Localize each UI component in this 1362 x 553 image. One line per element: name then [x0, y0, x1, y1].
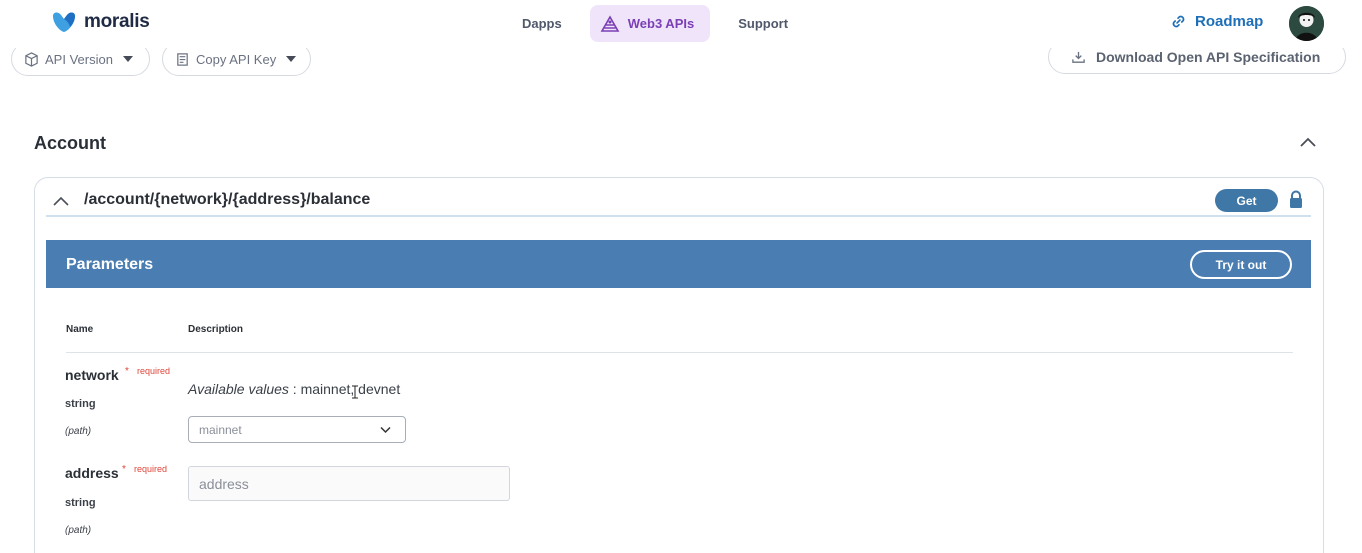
avatar[interactable]: [1289, 6, 1324, 41]
param-name-address: address: [65, 465, 119, 481]
download-label: Download Open API Specification: [1096, 49, 1321, 65]
param-name-network: network: [65, 367, 119, 383]
lock-icon[interactable]: [1288, 190, 1304, 209]
roadmap-link[interactable]: Roadmap: [1170, 13, 1263, 30]
available-values-list: : mainnet, devnet: [288, 381, 401, 397]
caret-down-icon: [122, 56, 133, 62]
top-navigation-bar: moralis Dapps Web3 APIs Support Roadmap: [0, 0, 1362, 48]
nav-item-dapps[interactable]: Dapps: [506, 5, 578, 42]
endpoint-path: /account/{network}/{address}/balance: [84, 191, 371, 208]
nav-item-label: Dapps: [522, 16, 562, 31]
document-icon: [177, 52, 188, 66]
web3-apis-icon: [600, 14, 620, 32]
nav-item-label: Web3 APIs: [627, 16, 695, 31]
brand-logo[interactable]: moralis: [50, 10, 150, 34]
try-it-out-button[interactable]: Try it out: [1190, 250, 1292, 279]
network-select[interactable]: mainnet: [188, 416, 406, 443]
chevron-down-icon: [380, 426, 391, 434]
column-header-description: Description: [188, 324, 244, 335]
api-version-label: API Version: [45, 51, 113, 67]
required-label: required: [137, 366, 171, 376]
required-label: required: [134, 464, 168, 474]
download-icon: [1072, 51, 1085, 63]
available-values: Available values : mainnet, devnet: [188, 381, 400, 397]
parameters-bar: [46, 240, 1311, 288]
section-title: Account: [34, 133, 106, 153]
main-nav: Dapps Web3 APIs Support: [506, 5, 804, 42]
user-avatar-icon: [1289, 6, 1324, 41]
address-input[interactable]: [188, 466, 510, 501]
available-values-prefix: Available values: [188, 381, 289, 397]
nav-item-label: Support: [738, 16, 789, 31]
column-header-name: Name: [66, 324, 94, 335]
chevron-up-icon[interactable]: [52, 195, 70, 207]
param-type: string: [65, 497, 96, 509]
moralis-logo-icon: [53, 12, 75, 32]
roadmap-label: Roadmap: [1195, 13, 1264, 30]
header-divider: [66, 352, 1293, 353]
cube-icon: [25, 51, 38, 67]
required-marker: *: [122, 464, 126, 475]
method-badge: Get: [1215, 189, 1278, 212]
param-location: (path): [65, 525, 92, 536]
nav-item-support[interactable]: Support: [722, 5, 804, 42]
network-select-value: mainnet: [199, 422, 242, 437]
nav-item-web3-apis[interactable]: Web3 APIs: [589, 5, 711, 42]
param-type: string: [65, 398, 96, 410]
caret-down-icon: [286, 56, 297, 62]
link-icon: [1172, 15, 1185, 28]
param-location: (path): [65, 426, 92, 437]
text-cursor-icon: [352, 385, 358, 399]
parameters-title: Parameters: [66, 256, 154, 273]
brand-name: moralis: [84, 11, 150, 32]
required-marker: *: [125, 366, 129, 377]
copy-api-key-label: Copy API Key: [196, 51, 277, 67]
chevron-up-icon[interactable]: [1298, 135, 1318, 149]
